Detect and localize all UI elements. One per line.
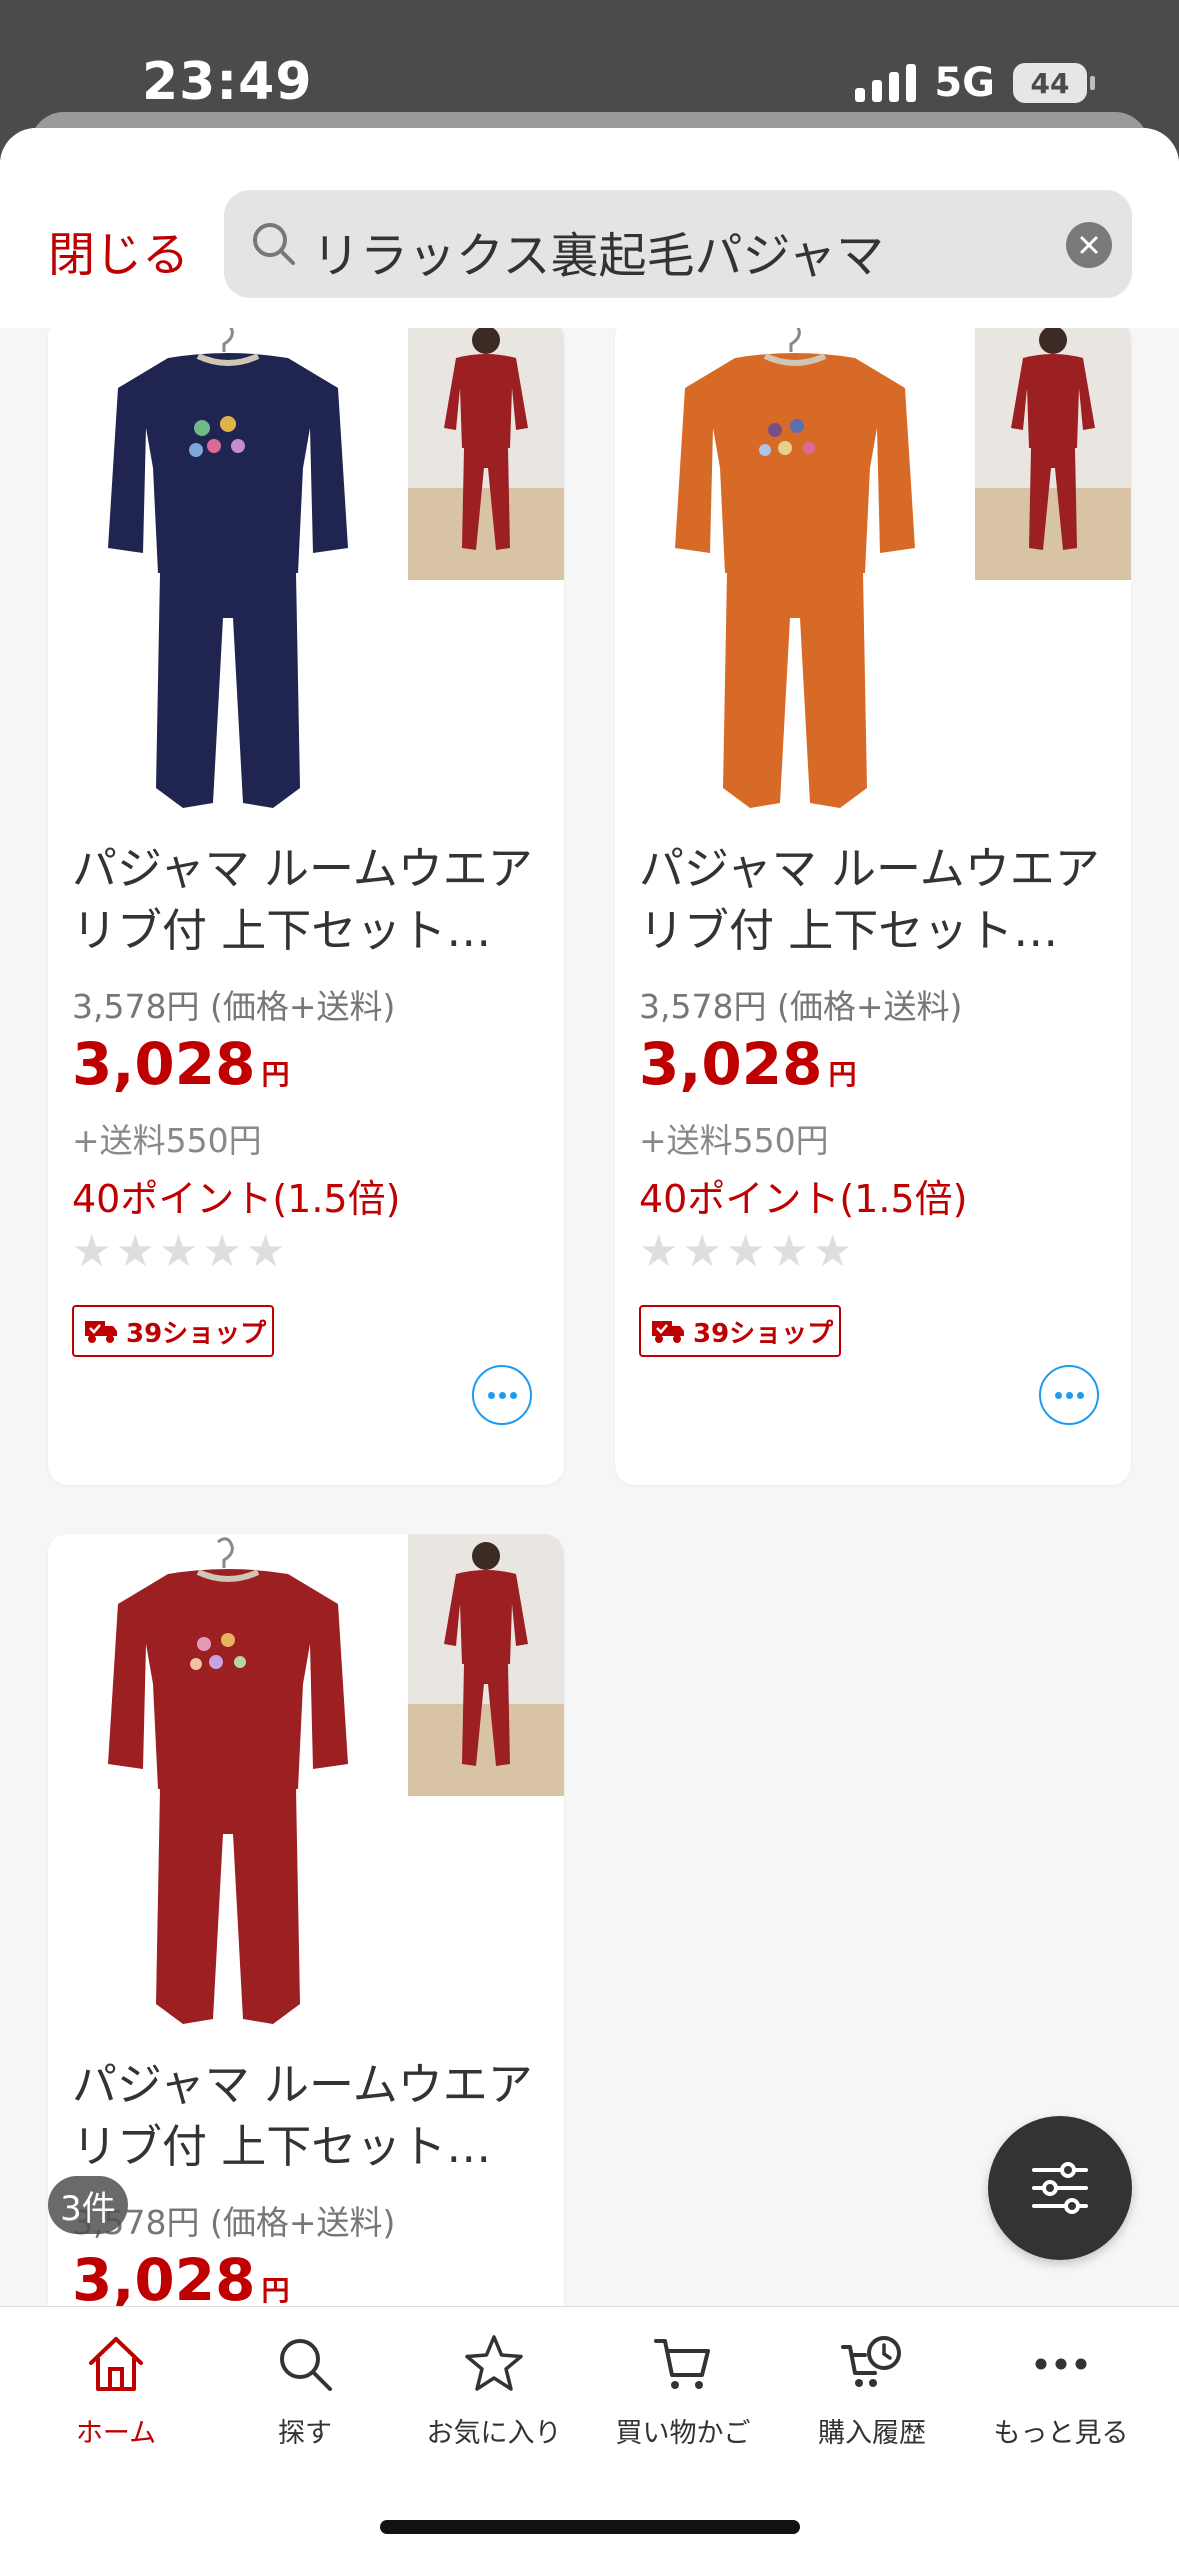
tab-purchase-history[interactable]: 購入履歴 bbox=[777, 2331, 967, 2471]
shipping-fee: +送料550円 bbox=[639, 1121, 829, 1160]
product-image[interactable] bbox=[48, 1534, 408, 2034]
currency: 円 bbox=[261, 2274, 290, 2307]
star-icon: ★ bbox=[639, 1226, 679, 1277]
clear-search-button[interactable] bbox=[1066, 222, 1112, 268]
price-value: 3,028 bbox=[639, 1030, 823, 1098]
more-options-button[interactable] bbox=[1039, 1365, 1099, 1425]
product-title[interactable]: パジャマ ルームウエア リブ付 上下セット… bbox=[72, 838, 552, 962]
network-type: 5G bbox=[934, 60, 995, 106]
product-card[interactable]: パジャマ ルームウエア リブ付 上下セット… 3,578円 (価格+送料) 3,… bbox=[615, 318, 1131, 1485]
tab-label: 探す bbox=[278, 2418, 332, 2449]
cart-icon bbox=[654, 2339, 710, 2389]
more-icon bbox=[1035, 2358, 1087, 2370]
close-icon bbox=[1080, 236, 1098, 254]
tab-favorites[interactable]: お気に入り bbox=[399, 2331, 589, 2471]
reference-price: 3,578円 (価格+送料) bbox=[72, 987, 396, 1026]
tab-label: ホーム bbox=[75, 2418, 157, 2449]
points: 40ポイント(1.5倍) bbox=[639, 1177, 968, 1221]
truck-icon bbox=[652, 1321, 684, 1343]
rating-stars: ★ ★ ★ ★ ★ bbox=[72, 1230, 285, 1274]
star-icon: ★ bbox=[769, 1226, 809, 1277]
product-image[interactable] bbox=[615, 318, 975, 818]
result-count-badge: 3件 bbox=[48, 2176, 128, 2234]
close-button[interactable]: 閉じる bbox=[48, 216, 189, 285]
model-thumbnail-image[interactable] bbox=[408, 1534, 564, 1796]
home-icon bbox=[89, 2337, 143, 2391]
tab-label: 買い物かご bbox=[615, 2418, 751, 2449]
model-thumbnail-image[interactable] bbox=[408, 318, 564, 580]
star-icon: ★ bbox=[115, 1226, 155, 1277]
points: 40ポイント(1.5倍) bbox=[72, 1177, 401, 1221]
star-icon: ★ bbox=[245, 1226, 286, 1277]
status-indicators: 5G 44 bbox=[855, 60, 1095, 106]
status-bar: 23:49 5G 44 bbox=[0, 0, 1179, 130]
currency: 円 bbox=[828, 1058, 857, 1091]
shop-badge-label: 39ショップ bbox=[126, 1318, 267, 1349]
currency: 円 bbox=[261, 1058, 290, 1091]
price: 3,028 円 bbox=[72, 2246, 289, 2314]
model-thumbnail-image[interactable] bbox=[975, 318, 1131, 580]
product-title[interactable]: パジャマ ルームウエア リブ付 上下セット… bbox=[639, 838, 1119, 962]
price: 3,028 円 bbox=[639, 1030, 856, 1098]
star-icon: ★ bbox=[72, 1226, 112, 1277]
search-input[interactable]: リラックス裏起毛パジャマ bbox=[224, 190, 1132, 298]
truck-icon bbox=[85, 1321, 117, 1343]
reference-price: 3,578円 (価格+送料) bbox=[639, 987, 963, 1026]
filter-button[interactable] bbox=[988, 2116, 1132, 2260]
star-icon: ★ bbox=[725, 1226, 766, 1277]
status-time: 23:49 bbox=[142, 52, 313, 112]
home-indicator bbox=[380, 2520, 800, 2534]
star-icon: ★ bbox=[202, 1226, 242, 1277]
price-value: 3,028 bbox=[72, 2246, 256, 2314]
shop-badge: 39ショップ bbox=[72, 1305, 274, 1357]
shipping-fee: +送料550円 bbox=[72, 1121, 262, 1160]
star-icon: ★ bbox=[158, 1226, 199, 1277]
tab-label: 購入履歴 bbox=[818, 2418, 926, 2449]
search-icon bbox=[280, 2339, 332, 2391]
rating-stars: ★ ★ ★ ★ ★ bbox=[639, 1230, 852, 1274]
tab-cart[interactable]: 買い物かご bbox=[588, 2331, 778, 2471]
product-card[interactable]: パジャマ ルームウエア リブ付 上下セット… 3,578円 (価格+送料) 3,… bbox=[48, 318, 564, 1485]
more-options-button[interactable] bbox=[472, 1365, 532, 1425]
signal-icon bbox=[855, 64, 917, 102]
filter-sliders-icon bbox=[1032, 2162, 1088, 2214]
search-header: 閉じる リラックス裏起毛パジャマ bbox=[0, 128, 1179, 328]
star-icon: ★ bbox=[812, 1226, 853, 1277]
tab-home[interactable]: ホーム bbox=[21, 2331, 211, 2471]
price: 3,028 円 bbox=[72, 1030, 289, 1098]
tab-label: お気に入り bbox=[426, 2418, 562, 2449]
star-icon bbox=[465, 2335, 523, 2391]
tab-label: もっと見る bbox=[993, 2418, 1129, 2449]
product-image[interactable] bbox=[48, 318, 408, 818]
search-query: リラックス裏起毛パジャマ bbox=[312, 228, 885, 284]
price-value: 3,028 bbox=[72, 1030, 256, 1098]
tab-more[interactable]: もっと見る bbox=[966, 2331, 1156, 2471]
star-icon: ★ bbox=[682, 1226, 722, 1277]
history-icon bbox=[841, 2336, 901, 2387]
shop-badge: 39ショップ bbox=[639, 1305, 841, 1357]
shop-badge-label: 39ショップ bbox=[693, 1318, 834, 1349]
battery-level: 44 bbox=[1030, 66, 1070, 100]
search-icon bbox=[253, 223, 295, 265]
product-title[interactable]: パジャマ ルームウエア リブ付 上下セット… bbox=[72, 2054, 552, 2178]
tab-search[interactable]: 探す bbox=[210, 2331, 400, 2471]
battery-icon: 44 bbox=[1013, 63, 1095, 103]
